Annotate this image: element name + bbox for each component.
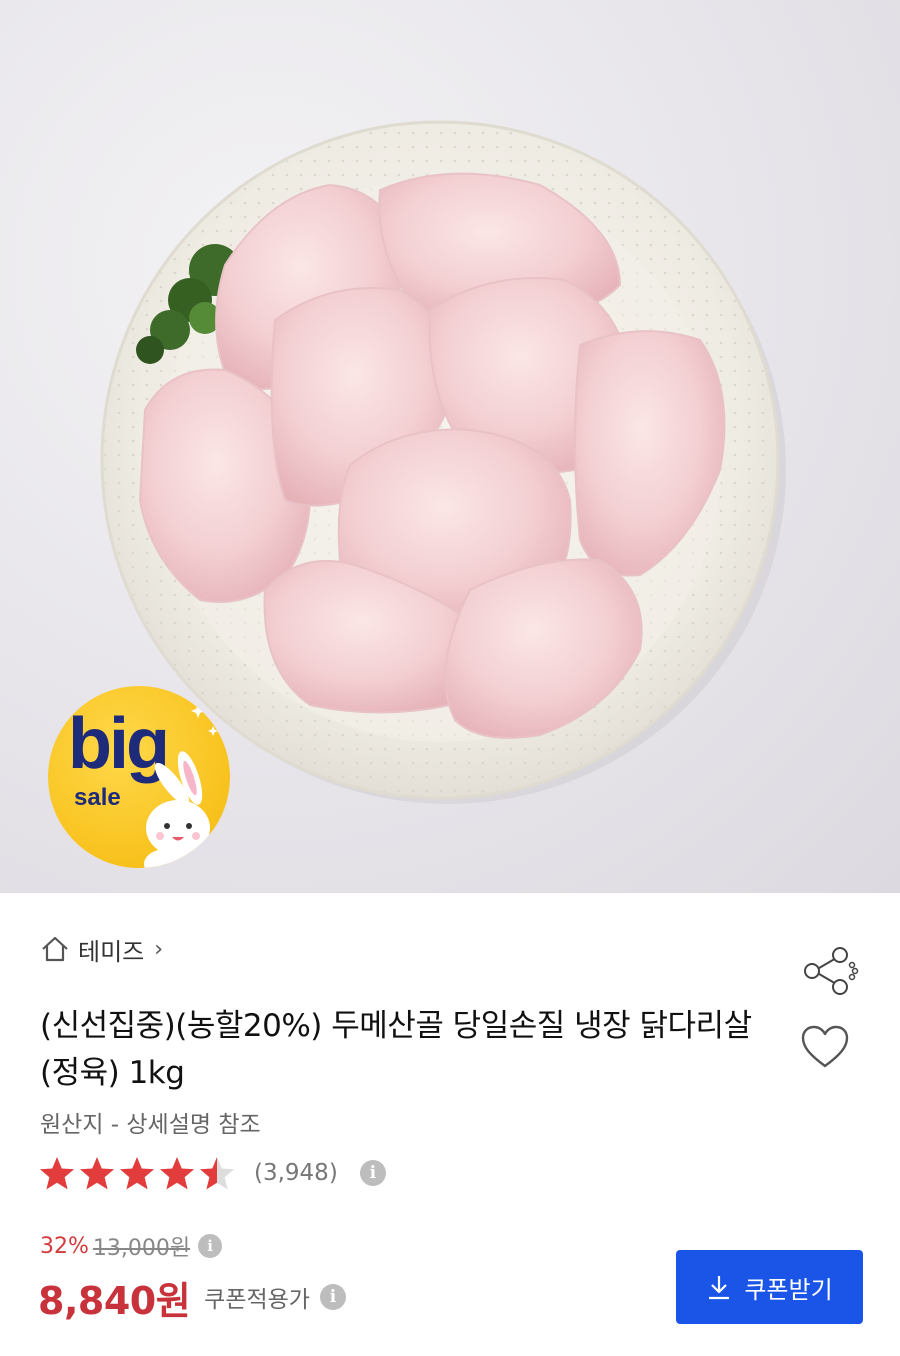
download-icon (709, 1276, 730, 1300)
share-icon (804, 947, 859, 995)
brand-link[interactable]: 테미즈 › (40, 933, 164, 966)
share-button[interactable] (800, 945, 860, 997)
big-sale-badge: big sale (48, 686, 230, 868)
original-price: 13,000원 (92, 1236, 191, 1261)
heart-icon (801, 1025, 849, 1068)
sale-price: 8,840원 (38, 1278, 191, 1323)
coupon-price-label: 쿠폰적용가 (204, 1287, 310, 1313)
brand-name: 테미즈 (78, 937, 145, 966)
info-icon[interactable]: i (359, 1160, 386, 1186)
product-info: 테미즈 › (신선집중)(농할20%) 두메산골 당일손질 냉장 닭다리살(정육… (0, 893, 900, 1356)
coupon-download-button[interactable]: 쿠폰받기 (676, 1250, 863, 1324)
product-title: (신선집중)(농할20%) 두메산골 당일손질 냉장 닭다리살(정육) 1kg (40, 1008, 752, 1091)
rating-row[interactable]: (3,948) i (38, 1153, 386, 1193)
star-rating (38, 1155, 236, 1191)
star-icon (80, 1157, 114, 1190)
chevron-right-icon: › (154, 936, 164, 962)
discount-rate: 32% (40, 1233, 89, 1259)
star-icon (200, 1157, 234, 1190)
sale-price-row: 8,840원 쿠폰적용가 i (38, 1271, 346, 1323)
rabbit-mascot-icon (144, 704, 218, 868)
info-icon[interactable]: i (319, 1284, 346, 1310)
star-icon (40, 1157, 74, 1190)
discount-row: 32% 13,000원 i (40, 1231, 223, 1261)
coupon-button-label: 쿠폰받기 (744, 1275, 833, 1304)
wishlist-button[interactable] (800, 1023, 850, 1073)
product-image[interactable]: big sale (0, 0, 900, 893)
home-icon (42, 936, 68, 962)
star-icon (120, 1157, 154, 1190)
origin-text: 원산지 - 상세설명 참조 (40, 1112, 261, 1138)
info-icon[interactable]: i (198, 1234, 223, 1258)
review-count: (3,948) (254, 1160, 338, 1186)
star-icon (160, 1157, 194, 1190)
